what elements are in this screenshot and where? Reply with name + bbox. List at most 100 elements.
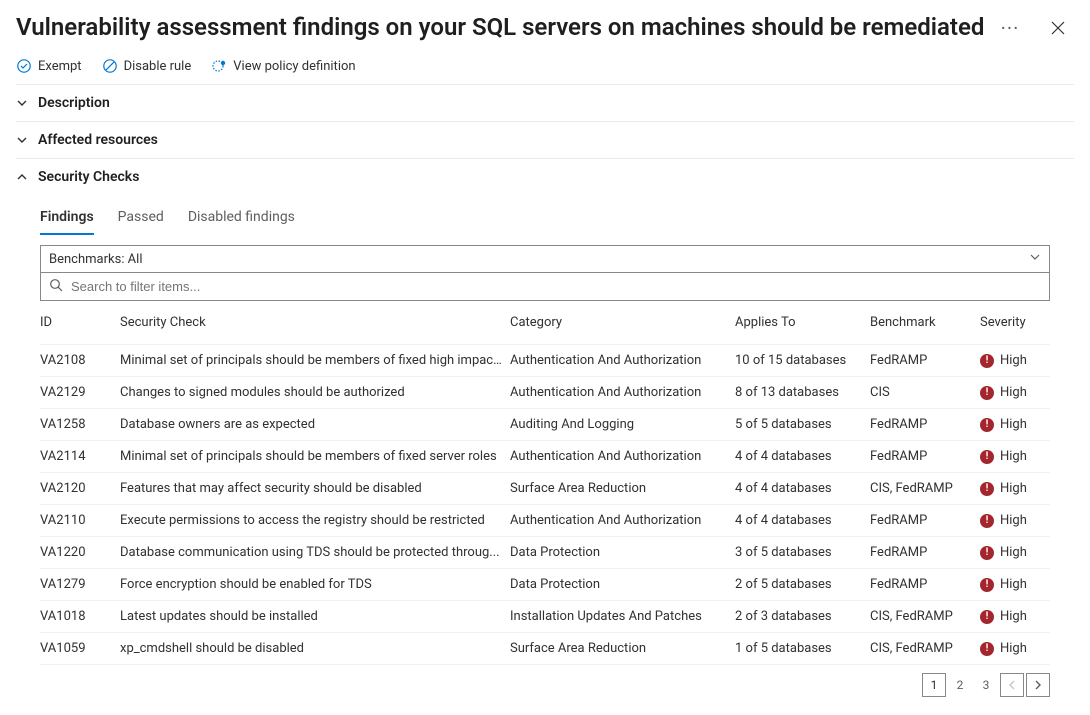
table-row[interactable]: VA1220Database communication using TDS s… [40, 537, 1050, 569]
table-row[interactable]: VA2129Changes to signed modules should b… [40, 377, 1050, 409]
cell-applies-to: 2 of 3 databases [735, 603, 870, 630]
col-severity[interactable]: Severity [980, 309, 1050, 336]
cell-applies-to: 4 of 4 databases [735, 443, 870, 470]
table-row[interactable]: VA2120Features that may affect security … [40, 473, 1050, 505]
tab-disabled-findings[interactable]: Disabled findings [188, 203, 295, 235]
cell-benchmark: FedRAMP [870, 507, 980, 534]
cell-benchmark: CIS, FedRAMP [870, 635, 980, 662]
severity-high-icon: ! [980, 578, 994, 592]
cell-id: VA2110 [40, 507, 120, 534]
col-category[interactable]: Category [510, 309, 735, 336]
section-security-checks-header[interactable]: Security Checks [16, 159, 1074, 195]
cell-category: Data Protection [510, 539, 735, 566]
pager-page-3[interactable]: 3 [974, 673, 998, 697]
cell-applies-to: 8 of 13 databases [735, 379, 870, 406]
view-policy-action[interactable]: View policy definition [211, 58, 355, 74]
cell-applies-to: 10 of 15 databases [735, 347, 870, 374]
cell-category: Surface Area Reduction [510, 475, 735, 502]
pager-prev[interactable] [1000, 673, 1024, 697]
table-row[interactable]: VA1279Force encryption should be enabled… [40, 569, 1050, 601]
pager-page-1[interactable]: 1 [922, 673, 946, 697]
section-affected: Affected resources [16, 122, 1074, 159]
cell-applies-to: 4 of 4 databases [735, 507, 870, 534]
severity-high-icon: ! [980, 482, 994, 496]
cell-security-check: Database owners are as expected [120, 411, 510, 438]
cell-security-check: Force encryption should be enabled for T… [120, 571, 510, 598]
severity-high-icon: ! [980, 386, 994, 400]
col-applies-to[interactable]: Applies To [735, 309, 870, 336]
benchmarks-dropdown[interactable]: Benchmarks: All [40, 245, 1050, 273]
cell-category: Installation Updates And Patches [510, 603, 735, 630]
pager-page-2[interactable]: 2 [948, 673, 972, 697]
cell-id: VA1220 [40, 539, 120, 566]
section-affected-header[interactable]: Affected resources [16, 122, 1074, 158]
cell-benchmark: CIS, FedRAMP [870, 475, 980, 502]
search-box[interactable] [40, 273, 1050, 301]
cell-severity: !High [980, 411, 1050, 438]
chevron-up-icon [16, 171, 28, 183]
cell-category: Auditing And Logging [510, 411, 735, 438]
cell-security-check: Changes to signed modules should be auth… [120, 379, 510, 406]
col-security-check[interactable]: Security Check [120, 309, 510, 336]
more-button[interactable]: ··· [994, 12, 1026, 44]
cell-benchmark: CIS [870, 379, 980, 406]
disable-rule-label: Disable rule [124, 59, 192, 74]
search-icon [49, 278, 63, 296]
cell-benchmark: FedRAMP [870, 411, 980, 438]
title-bar: Vulnerability assessment findings on you… [16, 12, 1074, 44]
cell-security-check: Database communication using TDS should … [120, 539, 510, 566]
table-row[interactable]: VA2114Minimal set of principals should b… [40, 441, 1050, 473]
cell-security-check: Features that may affect security should… [120, 475, 510, 502]
cell-benchmark: FedRAMP [870, 571, 980, 598]
cell-security-check: Latest updates should be installed [120, 603, 510, 630]
section-security-checks-label: Security Checks [38, 169, 139, 185]
cell-security-check: Minimal set of principals should be memb… [120, 443, 510, 470]
cell-category: Authentication And Authorization [510, 379, 735, 406]
cell-applies-to: 3 of 5 databases [735, 539, 870, 566]
close-button[interactable] [1042, 12, 1074, 44]
table-row[interactable]: VA2108Minimal set of principals should b… [40, 345, 1050, 377]
search-input[interactable] [69, 278, 1041, 295]
table-row[interactable]: VA1258Database owners are as expectedAud… [40, 409, 1050, 441]
action-bar: Exempt Disable rule View policy definiti… [16, 44, 1074, 85]
table-body: VA2108 Minimal set of principals should b… [40, 345, 1050, 665]
cell-severity: !High [980, 379, 1050, 406]
cell-benchmark: FedRAMP [870, 443, 980, 470]
title-actions: ··· [994, 12, 1074, 44]
section-description-header[interactable]: Description [16, 85, 1074, 121]
disable-icon [102, 58, 118, 74]
cell-severity: !High [980, 603, 1050, 630]
page-title: Vulnerability assessment findings on you… [16, 12, 984, 43]
disable-rule-action[interactable]: Disable rule [102, 58, 192, 74]
cell-id: VA1059 [40, 635, 120, 662]
chevron-down-icon [16, 97, 28, 109]
table-row[interactable]: VA2110Execute permissions to access the … [40, 505, 1050, 537]
severity-high-icon: ! [980, 418, 994, 432]
cell-applies-to: 1 of 5 databases [735, 635, 870, 662]
severity-high-icon: ! [980, 450, 994, 464]
cell-category: Authentication And Authorization [510, 443, 735, 470]
severity-high-icon: ! [980, 610, 994, 624]
severity-high-icon: ! [980, 546, 994, 560]
cell-applies-to: 4 of 4 databases [735, 475, 870, 502]
exempt-action[interactable]: Exempt [16, 58, 82, 74]
cell-id: VA2108 [40, 347, 120, 374]
cell-severity: !High [980, 635, 1050, 662]
tab-passed[interactable]: Passed [118, 203, 164, 235]
cell-security-check: xp_cmdshell should be disabled [120, 635, 510, 662]
close-icon [1051, 21, 1065, 35]
cell-benchmark: CIS, FedRAMP [870, 603, 980, 630]
cell-id: VA1018 [40, 603, 120, 630]
table-row[interactable]: VA1059xp_cmdshell should be disabledSurf… [40, 633, 1050, 665]
cell-benchmark: FedRAMP [870, 539, 980, 566]
col-benchmark[interactable]: Benchmark [870, 309, 980, 336]
col-id[interactable]: ID [40, 309, 120, 336]
cell-id: VA1258 [40, 411, 120, 438]
tabs: Findings Passed Disabled findings [16, 195, 1074, 235]
tab-findings[interactable]: Findings [40, 203, 94, 235]
pager: 123 [16, 665, 1074, 697]
chevron-down-icon [1029, 251, 1041, 267]
cell-security-check: Execute permissions to access the regist… [120, 507, 510, 534]
pager-next[interactable] [1026, 673, 1050, 697]
table-row[interactable]: VA1018Latest updates should be installed… [40, 601, 1050, 633]
